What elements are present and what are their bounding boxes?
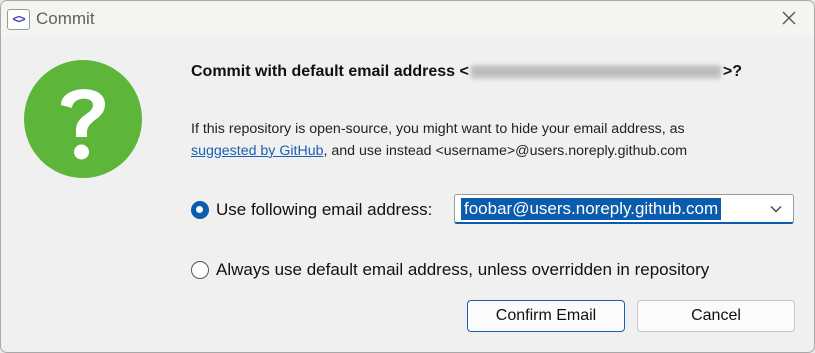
email-combobox[interactable]: foobar@users.noreply.github.com: [454, 194, 794, 224]
chevron-down-icon[interactable]: [769, 202, 783, 216]
option-custom-label: Use following email address:: [216, 200, 433, 219]
question-icon: [23, 59, 143, 179]
info-text: If this repository is open-source, you m…: [191, 118, 791, 162]
info-line2: , and use instead <username>@users.norep…: [323, 143, 688, 159]
heading-prefix: Commit with default email address <: [191, 63, 469, 80]
close-icon[interactable]: [778, 7, 800, 29]
confirm-email-button[interactable]: Confirm Email: [467, 300, 625, 332]
app-icon: <>: [7, 9, 30, 30]
heading-suffix: >?: [722, 63, 742, 80]
redacted-email: [470, 65, 721, 79]
info-line1: If this repository is open-source, you m…: [191, 121, 685, 137]
title-bar: <> Commit: [1, 1, 814, 37]
option-default-email[interactable]: Always use default email address, unless…: [191, 260, 709, 280]
github-link[interactable]: suggested by GitHub: [191, 143, 324, 159]
option-custom-email[interactable]: Use following email address:: [191, 200, 432, 220]
radio-default-email[interactable]: [191, 261, 209, 279]
window-title: Commit: [36, 9, 95, 28]
cancel-button[interactable]: Cancel: [637, 300, 795, 332]
commit-dialog-window: <> Commit Commit with default email addr…: [0, 0, 815, 353]
dialog-heading: Commit with default email address < >?: [191, 63, 742, 81]
radio-custom-email[interactable]: [191, 201, 209, 219]
email-combobox-value[interactable]: foobar@users.noreply.github.com: [461, 198, 722, 220]
option-default-label: Always use default email address, unless…: [216, 260, 710, 279]
